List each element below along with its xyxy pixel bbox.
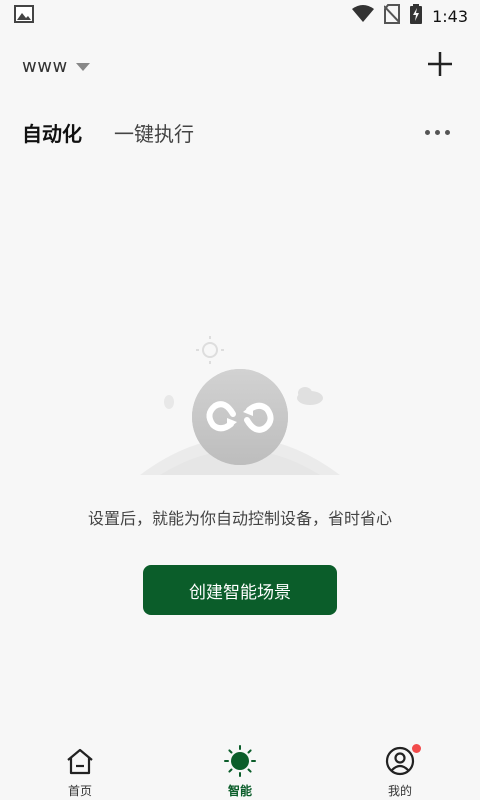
- status-right: 1:43: [352, 4, 480, 28]
- status-time: 1:43: [432, 6, 468, 26]
- nav-label-mine: 我的: [387, 784, 412, 798]
- more-dot: [445, 130, 450, 135]
- nav-item-mine[interactable]: 我的: [340, 738, 460, 800]
- status-bar: 1:43: [0, 0, 480, 32]
- automation-loop-icon: [140, 336, 340, 475]
- smart-sun-icon: [223, 742, 257, 780]
- bottom-nav: 首页 智能 我的: [0, 738, 480, 800]
- image-icon: [14, 5, 34, 27]
- status-left: [0, 5, 34, 27]
- nav-label-home: 首页: [67, 784, 92, 798]
- more-dot: [435, 130, 440, 135]
- battery-charging-icon: [410, 4, 423, 28]
- nav-item-smart[interactable]: 智能: [180, 738, 300, 800]
- empty-illustration: [135, 330, 345, 480]
- notification-badge: [412, 744, 421, 753]
- user-icon: [385, 742, 415, 780]
- nav-label-smart: 智能: [227, 784, 252, 798]
- wifi-icon: [352, 5, 375, 27]
- home-icon: [65, 742, 95, 780]
- create-scene-button[interactable]: 创建智能场景: [143, 565, 337, 615]
- tabs: 自动化 一键执行: [0, 112, 480, 152]
- more-button[interactable]: [425, 118, 450, 147]
- no-sim-icon: [383, 4, 401, 28]
- header: www: [0, 44, 480, 88]
- plus-icon: [426, 50, 454, 82]
- add-button[interactable]: [426, 50, 480, 82]
- tab-automation[interactable]: 自动化: [22, 118, 82, 147]
- more-horizontal-icon: [425, 130, 430, 135]
- nav-item-home[interactable]: 首页: [20, 738, 140, 800]
- empty-message: 设置后，就能为你自动控制设备，省时省心: [87, 509, 392, 528]
- caret-down-icon: [75, 57, 90, 76]
- home-selector[interactable]: www: [0, 56, 90, 77]
- home-name: www: [22, 55, 68, 77]
- tab-one-click[interactable]: 一键执行: [114, 118, 194, 147]
